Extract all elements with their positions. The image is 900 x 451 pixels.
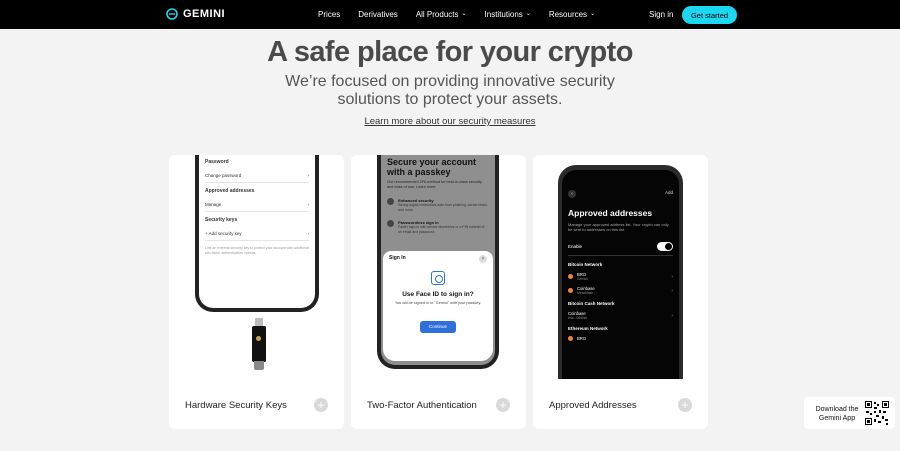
sheet-subtext: You will be signed in to "Gemini" with y…	[394, 301, 482, 305]
hero-title: A safe place for your crypto	[267, 36, 633, 68]
address-entry: BRO Gemini ›	[568, 272, 673, 281]
chevron-right-icon: ›	[307, 202, 310, 207]
phone-mockup: ‹ Add Approved addresses Manage your appr…	[558, 165, 683, 379]
address-entry: Coinbase MetaMask ›	[568, 286, 673, 295]
nav-links: Prices Derivatives All Products ⌄ Institu…	[318, 10, 613, 19]
sign-in-link[interactable]: Sign in	[649, 10, 673, 19]
phone-mockup: Password Change password › Approved addre…	[195, 155, 319, 312]
card-approved-addresses[interactable]: ‹ Add Approved addresses Manage your appr…	[533, 155, 708, 429]
network-section-title: Bitcoin Cash Network	[568, 301, 615, 306]
lock-icon	[387, 198, 394, 205]
chevron-right-icon: ›	[307, 173, 310, 178]
enable-toggle	[657, 242, 673, 251]
expand-plus-icon[interactable]: +	[678, 398, 692, 412]
continue-button: Continue	[420, 321, 456, 333]
download-app-widget[interactable]: Download the Gemini App	[804, 397, 895, 429]
security-key-icon	[251, 318, 267, 370]
nav-link-all-products[interactable]: All Products ⌄	[416, 10, 467, 19]
sheet-heading: Use Face ID to sign in?	[402, 291, 474, 298]
password-heading: Password	[205, 159, 229, 165]
chevron-right-icon: ›	[671, 273, 673, 280]
top-nav: GEMINI Prices Derivatives All Products ⌄ …	[0, 0, 900, 29]
addresses-title: Approved addresses	[568, 208, 653, 218]
download-text: Download the Gemini App	[815, 406, 859, 422]
sheet-title: Sign In	[389, 255, 406, 261]
feature-item: Enhanced security Strong digital credenti…	[387, 198, 489, 212]
chevron-down-icon: ⌄	[525, 11, 531, 17]
chevron-right-icon: ›	[671, 312, 673, 319]
card-two-factor-authentication[interactable]: Secure your account with a passkey Our r…	[351, 155, 526, 429]
get-started-button[interactable]: Get started	[682, 6, 737, 24]
card-hardware-security-keys[interactable]: Password Change password › Approved addre…	[169, 155, 344, 429]
nav-link-derivatives[interactable]: Derivatives	[358, 10, 398, 19]
nav-link-institutions[interactable]: Institutions ⌄	[485, 10, 531, 19]
nav-link-resources[interactable]: Resources ⌄	[549, 10, 595, 19]
add-key-row: + Add security key ›	[205, 228, 309, 241]
manage-row: Manage ›	[205, 199, 309, 212]
approved-heading: Approved addresses	[205, 188, 255, 194]
address-entry: BRO	[568, 336, 673, 341]
back-icon: ‹	[568, 190, 576, 198]
screen-footer: Link an external security key to protect…	[205, 246, 309, 255]
gemini-logo-icon	[166, 8, 178, 20]
security-keys-heading: Security keys	[205, 217, 238, 223]
sign-in-sheet: Sign In × Use Face ID to sign in? You wil…	[383, 251, 493, 361]
qr-code-icon	[865, 401, 889, 425]
feature-item: Passwordless sign in Faster sign-in with …	[387, 220, 489, 234]
hero-subtitle: We’re focused on providing innovative se…	[285, 73, 615, 108]
phone-mockup: Secure your account with a passkey Our r…	[377, 155, 499, 369]
key-icon	[387, 220, 394, 227]
card-label: Hardware Security Keys	[185, 400, 287, 411]
logo-text: GEMINI	[183, 8, 226, 20]
phone-screen: ‹ Add Approved addresses Manage your appr…	[562, 170, 679, 379]
passkey-intro: Our recommended 2FA method for best-in-c…	[387, 180, 482, 189]
passkey-title: Secure your account with a passkey	[387, 157, 477, 177]
chevron-right-icon: ›	[307, 231, 310, 236]
enable-label: Enable	[568, 244, 583, 249]
close-icon: ×	[479, 255, 487, 263]
chevron-right-icon: ›	[671, 287, 673, 294]
phone-screen: Password Change password › Approved addre…	[199, 155, 315, 308]
network-section-title: Ethereum Network	[568, 326, 608, 331]
address-entry: Coinbase bitc...06dfab ›	[568, 311, 673, 320]
nav-link-prices[interactable]: Prices	[318, 10, 340, 19]
chevron-down-icon: ⌄	[461, 11, 467, 17]
gemini-logo[interactable]: GEMINI	[166, 8, 225, 20]
expand-plus-icon[interactable]: +	[314, 398, 328, 412]
change-password-row: Change password ›	[205, 170, 309, 183]
add-link: Add	[664, 190, 673, 195]
chevron-down-icon: ⌄	[590, 11, 596, 17]
security-measures-link-wrap: Learn more about our security measures	[0, 116, 900, 127]
expand-plus-icon[interactable]: +	[496, 398, 510, 412]
card-label: Two-Factor Authentication	[367, 400, 477, 411]
card-label: Approved Addresses	[549, 400, 637, 411]
phone-screen: Secure your account with a passkey Our r…	[381, 155, 495, 365]
face-id-icon	[431, 271, 445, 285]
network-section-title: Bitcoin Network	[568, 262, 603, 267]
addresses-desc: Manage your approved address list. Your …	[568, 222, 669, 232]
security-measures-link[interactable]: Learn more about our security measures	[364, 116, 535, 127]
